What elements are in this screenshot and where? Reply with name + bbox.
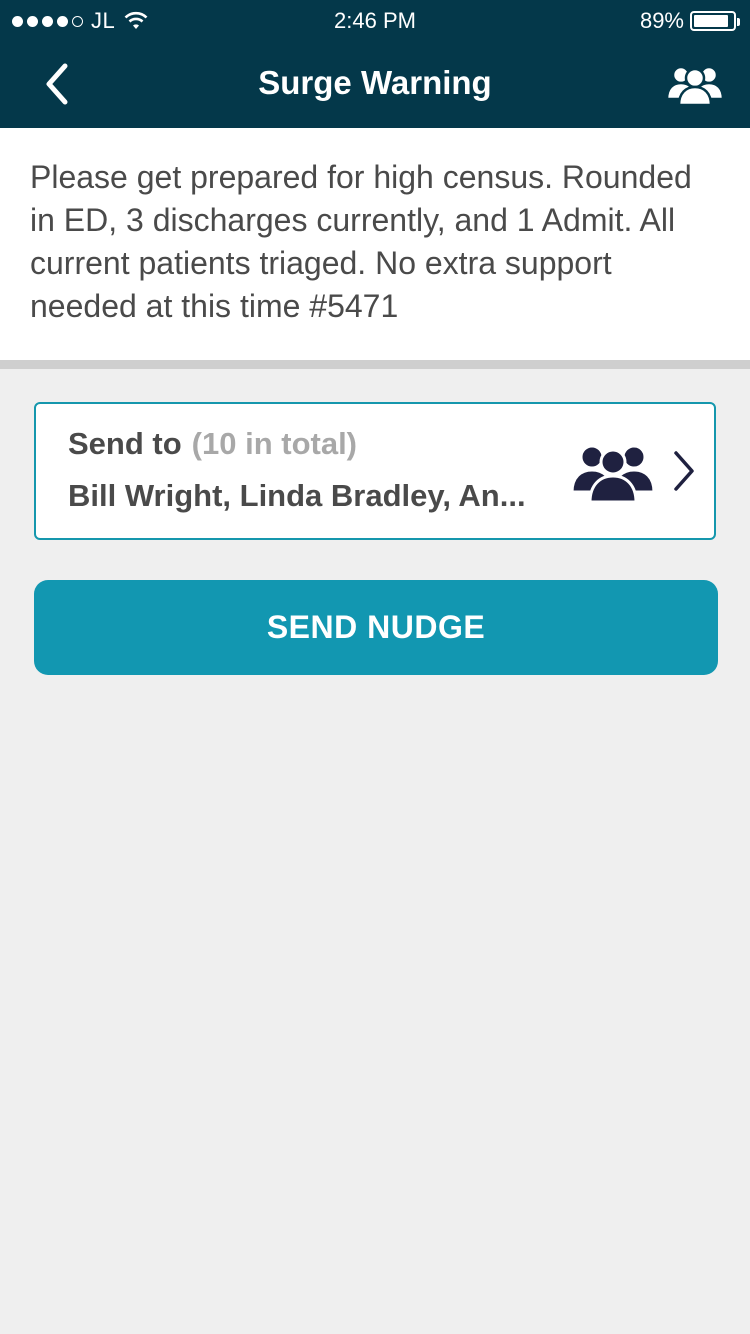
send-to-header: Send to (10 in total) — [68, 426, 357, 462]
recipient-count: (10 in total) — [191, 426, 358, 461]
group-icon — [665, 65, 725, 107]
battery-percent: 89% — [639, 8, 684, 33]
status-bar: JL 2:46 PM 89% — [0, 0, 750, 40]
section-divider — [0, 360, 750, 369]
message-panel: Please get prepared for high census. Rou… — [0, 128, 750, 360]
send-to-label: Send to — [68, 426, 182, 461]
people-group-icon — [570, 444, 656, 504]
navigation-bar: Surge Warning — [0, 40, 750, 128]
recipient-names: Bill Wright, Linda Bradley, An... — [68, 478, 526, 513]
page-title: Surge Warning — [258, 64, 492, 101]
battery-status: 89% — [639, 8, 740, 34]
send-nudge-button[interactable]: SEND NUDGE — [34, 580, 718, 675]
send-to-recipients[interactable]: Send to (10 in total) Bill Wright, Linda … — [34, 402, 716, 540]
battery-icon — [690, 11, 740, 31]
message-text: Please get prepared for high census. Rou… — [30, 159, 692, 324]
status-time: 2:46 PM — [334, 8, 416, 33]
chevron-right-icon — [674, 451, 694, 491]
group-button[interactable] — [664, 58, 726, 110]
